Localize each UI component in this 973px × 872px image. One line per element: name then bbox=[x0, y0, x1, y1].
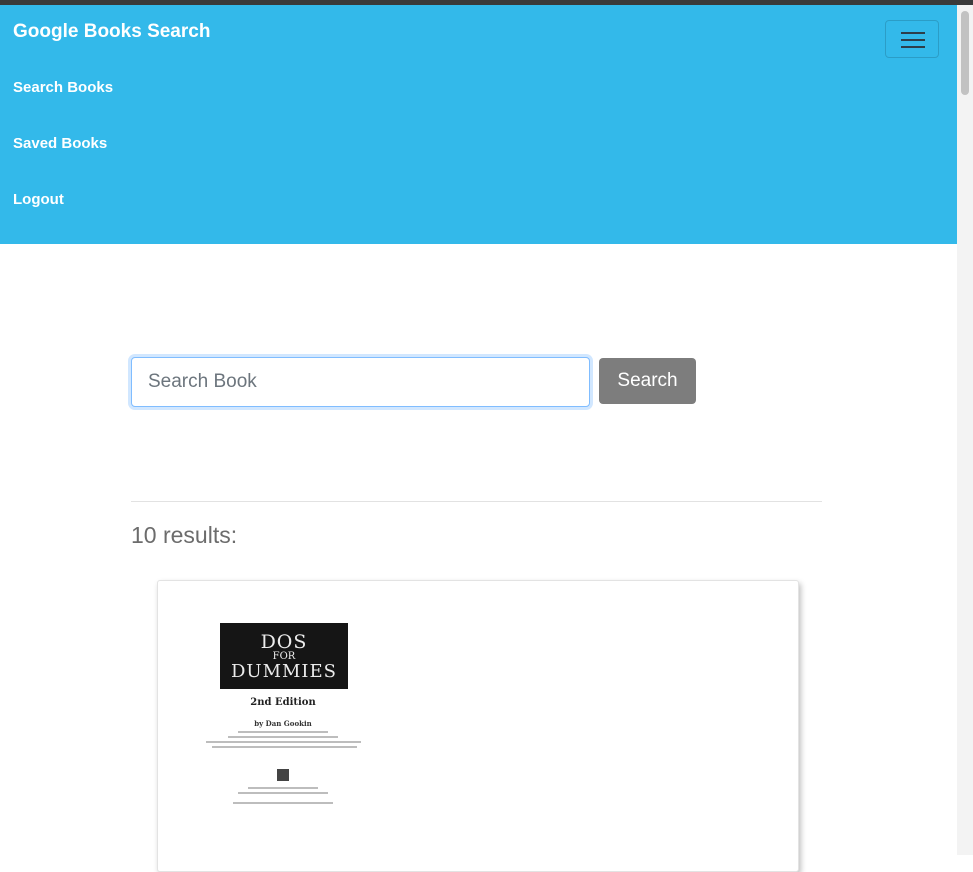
book-card: DOS FOR DUMMIES 2nd Edition by Dan Gooki… bbox=[157, 580, 799, 872]
cover-edition: 2nd Edition bbox=[250, 697, 316, 708]
page-scrollbar[interactable] bbox=[957, 5, 973, 855]
search-button[interactable]: Search bbox=[599, 358, 696, 404]
brand-title[interactable]: Google Books Search bbox=[13, 21, 210, 43]
cover-title-line: DUMMIES bbox=[230, 661, 338, 682]
results-count: 10 results: bbox=[131, 522, 238, 548]
cover-blurred-text bbox=[228, 736, 338, 738]
divider bbox=[131, 501, 822, 502]
navbar: Google Books Search Search Books Saved B… bbox=[0, 5, 957, 244]
cover-author: by Dan Gookin bbox=[254, 719, 312, 728]
scrollbar-thumb[interactable] bbox=[961, 11, 969, 95]
nav-link-saved-books[interactable]: Saved Books bbox=[13, 135, 107, 152]
cover-blurred-text bbox=[248, 787, 318, 789]
book-cover-image: DOS FOR DUMMIES 2nd Edition by Dan Gooki… bbox=[198, 619, 368, 814]
search-book-input[interactable] bbox=[131, 357, 590, 407]
nav-link-logout[interactable]: Logout bbox=[13, 191, 64, 208]
cover-blurred-text bbox=[238, 731, 328, 733]
publisher-logo-icon bbox=[277, 769, 289, 781]
cover-blurred-text bbox=[212, 746, 357, 748]
cover-blurred-text bbox=[206, 741, 361, 743]
cover-title-line: DOS bbox=[260, 631, 308, 653]
navbar-toggler-button[interactable] bbox=[885, 20, 939, 58]
cover-title-box: DOS FOR DUMMIES bbox=[220, 623, 348, 689]
cover-blurred-text bbox=[233, 802, 333, 804]
nav-link-search-books[interactable]: Search Books bbox=[13, 79, 113, 96]
cover-blurred-text bbox=[238, 792, 328, 794]
